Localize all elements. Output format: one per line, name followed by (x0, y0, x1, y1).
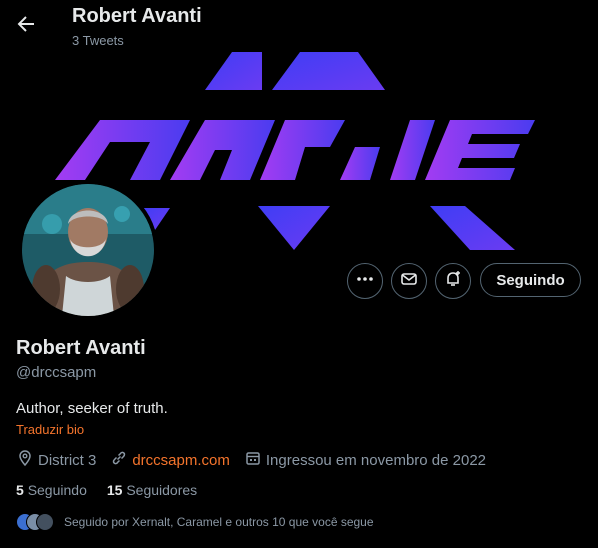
location: District 3 (16, 449, 96, 471)
location-text: District 3 (38, 451, 97, 469)
more-icon (356, 270, 374, 293)
top-bar: Robert Avanti 3 Tweets (0, 0, 598, 52)
calendar-icon (244, 449, 266, 471)
website-link[interactable]: drccsapm.com (132, 452, 230, 469)
profile-name: Robert Avanti (16, 337, 146, 359)
location-pin-icon (16, 449, 38, 471)
more-options-button[interactable] (347, 263, 383, 299)
profile-meta: District 3 drccsapm.com Ingressou em nov… (16, 450, 500, 470)
joined-date: Ingressou em novembro de 2022 (244, 449, 486, 471)
mini-avatar (36, 513, 54, 531)
profile-bio: Author, seeker of truth. (16, 400, 168, 417)
website[interactable]: drccsapm.com (110, 449, 230, 471)
followed-by-text: Seguido por Xernalt, Caramel e outros 10… (64, 515, 374, 529)
joined-text: Ingressou em novembro de 2022 (265, 451, 487, 469)
followers-stat[interactable]: 15 Seguidores (107, 482, 197, 498)
link-icon (110, 449, 132, 471)
profile-handle: @drccsapm (16, 364, 97, 381)
follow-stats: 5 Seguindo 15 Seguidores (16, 482, 217, 498)
followed-by-avatars (16, 513, 56, 531)
following-stat[interactable]: 5 Seguindo (16, 482, 87, 498)
avatar-frame[interactable] (18, 180, 158, 320)
tweet-count: 3 Tweets (72, 33, 124, 48)
followers-label: Seguidores (126, 482, 198, 498)
following-label: Seguindo (27, 482, 87, 498)
followed-by[interactable]: Seguido por Xernalt, Caramel e outros 10… (16, 512, 374, 532)
notifications-button[interactable] (435, 263, 471, 299)
envelope-icon (400, 270, 418, 293)
followers-count: 15 (106, 482, 123, 498)
back-arrow-icon[interactable] (14, 12, 38, 36)
following-button[interactable]: Seguindo (480, 263, 581, 297)
following-count: 5 (16, 482, 24, 498)
translate-bio-link[interactable]: Traduzir bio (16, 422, 84, 437)
header-title: Robert Avanti (72, 5, 202, 27)
bell-plus-icon (444, 270, 462, 293)
avatar[interactable] (22, 184, 154, 316)
message-button[interactable] (391, 263, 427, 299)
